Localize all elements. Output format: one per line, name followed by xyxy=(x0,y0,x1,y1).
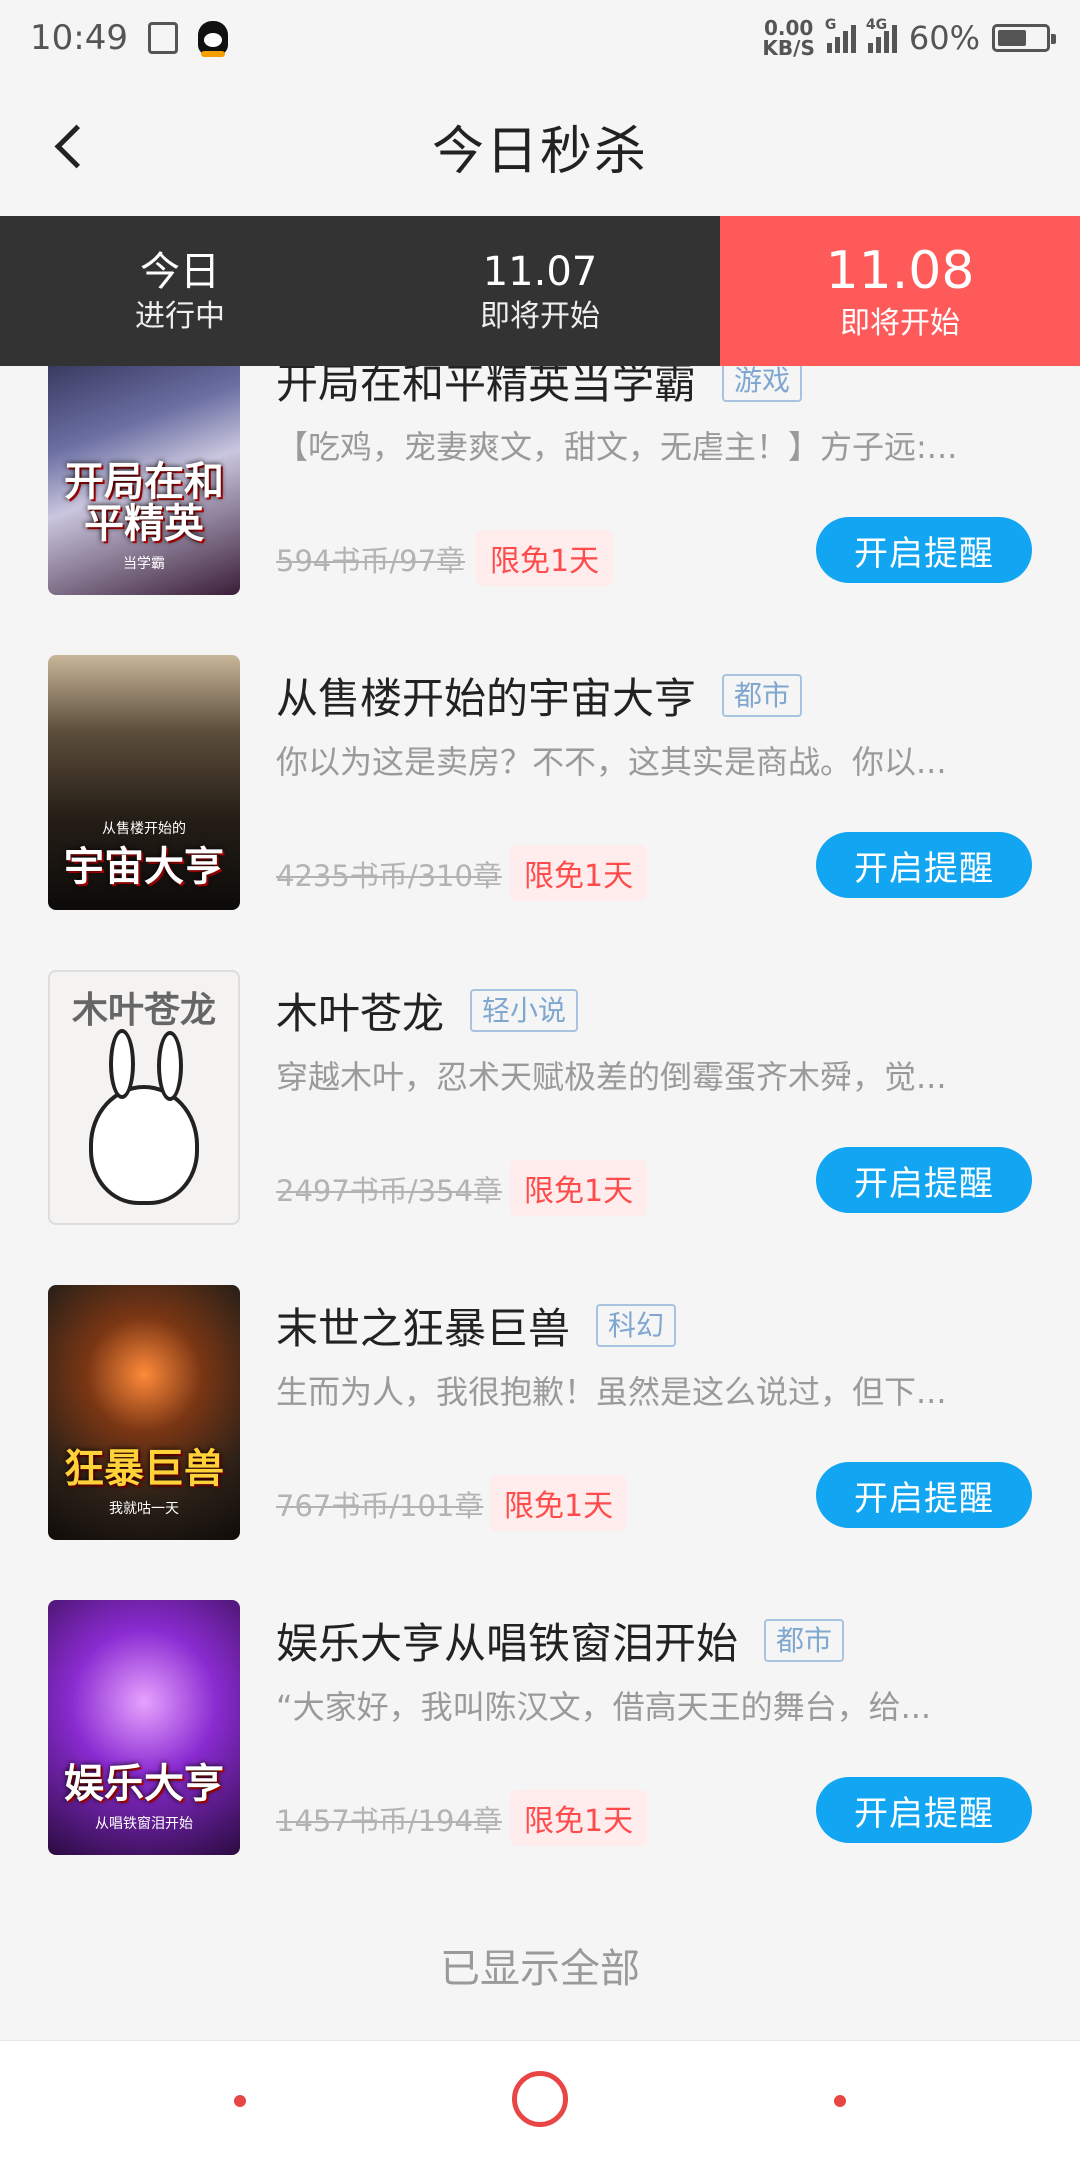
nav-back-dot-icon[interactable] xyxy=(234,2095,246,2107)
signal-1-label: G xyxy=(824,17,837,33)
tab-1108-sub: 即将开始 xyxy=(840,306,960,341)
tab-1108-main: 11.08 xyxy=(825,241,975,301)
book-description: 穿越木叶，忍术天赋极差的倒霉蛋齐木舜，觉... xyxy=(276,1058,947,1096)
book-cover[interactable]: 狂暴巨兽 我就咕一天 xyxy=(48,1285,240,1540)
book-item[interactable]: 开局在和平精英 当学霸 开局在和平精英当学霸 游戏 【吃鸡，宠妻爽文，甜文，无虐… xyxy=(0,366,1080,625)
book-title-row: 娱乐大亨从唱铁窗泪开始 都市 xyxy=(276,1610,845,1671)
book-cover[interactable]: 开局在和平精英 当学霸 xyxy=(48,366,240,595)
qq-penguin-icon xyxy=(197,21,228,57)
tab-1107[interactable]: 11.07 即将开始 xyxy=(360,216,720,366)
tab-today-sub: 进行中 xyxy=(135,298,225,334)
book-item[interactable]: 娱乐大亨 从唱铁窗泪开始 娱乐大亨从唱铁窗泪开始 都市 “大家好，我叫陈汉文，借… xyxy=(0,1570,1080,1885)
book-original-price: 767书币/101章 xyxy=(276,1489,484,1523)
book-cover[interactable]: 娱乐大亨 从唱铁窗泪开始 xyxy=(48,1600,240,1855)
book-description: 【吃鸡，宠妻爽文，甜文，无虐主！】方子远:... xyxy=(276,428,958,466)
book-title: 娱乐大亨从唱铁窗泪开始 xyxy=(276,1619,739,1668)
book-description: 生而为人，我很抱歉！虽然是这么说过，但下... xyxy=(276,1373,947,1411)
book-title: 木叶苍龙 xyxy=(276,989,445,1038)
rabbit-illustration xyxy=(89,1029,199,1205)
book-original-price: 4235书币/310章 xyxy=(276,859,502,893)
signal-icon: G xyxy=(825,17,856,53)
remind-button[interactable]: 开启提醒 xyxy=(816,517,1032,583)
page-title: 今日秒杀 xyxy=(431,121,648,182)
status-time: 10:49 xyxy=(30,18,128,58)
status-right: 0.00 KB/S G 4G 60% xyxy=(762,17,1056,58)
cover-title: 开局在和平精英 xyxy=(64,458,224,547)
book-tag: 都市 xyxy=(722,674,803,717)
header: 今日秒杀 xyxy=(0,76,1080,216)
signal-4g-icon: 4G xyxy=(866,17,897,53)
free-badge: 限免1天 xyxy=(510,1790,648,1846)
book-title-row: 末世之狂暴巨兽 科幻 xyxy=(276,1295,677,1356)
cover-subtitle: 我就咕一天 xyxy=(109,1501,179,1517)
battery-icon xyxy=(992,24,1056,52)
book-title-row: 木叶苍龙 轻小说 xyxy=(276,980,579,1041)
remind-button[interactable]: 开启提醒 xyxy=(816,1147,1032,1213)
net-speed-unit: KB/S xyxy=(762,36,815,60)
book-tag: 科幻 xyxy=(596,1304,677,1347)
free-badge: 限免1天 xyxy=(510,845,648,901)
tab-1107-main: 11.07 xyxy=(482,248,598,295)
status-bar: 10:49 0.00 KB/S G 4G 60% xyxy=(0,0,1080,76)
all-shown-label: 已显示全部 xyxy=(0,1890,1080,2040)
tab-1108[interactable]: 11.08 即将开始 xyxy=(720,216,1080,380)
book-tag: 都市 xyxy=(764,1619,845,1662)
book-description: 你以为这是卖房？不不，这其实是商战。你以... xyxy=(276,743,947,781)
session-tabs: 今日 进行中 11.07 即将开始 11.08 即将开始 xyxy=(0,216,1080,380)
book-tag: 轻小说 xyxy=(470,989,579,1032)
tab-today[interactable]: 今日 进行中 xyxy=(0,216,360,366)
nav-recent-dot-icon[interactable] xyxy=(834,2095,846,2107)
signal-2-label: 4G xyxy=(865,17,888,33)
book-cover[interactable]: 木叶苍龙 xyxy=(48,970,240,1225)
cover-title: 狂暴巨兽 xyxy=(64,1445,224,1492)
book-original-price: 2497书币/354章 xyxy=(276,1174,502,1208)
bottom-nav xyxy=(0,2040,1080,2160)
cover-title: 木叶苍龙 xyxy=(71,989,216,1031)
net-speed-value: 0.00 xyxy=(763,16,814,40)
remind-button[interactable]: 开启提醒 xyxy=(816,1777,1032,1843)
cover-subtitle: 从唱铁窗泪开始 xyxy=(95,1816,193,1832)
book-original-price: 594书币/97章 xyxy=(276,544,466,578)
remind-button[interactable]: 开启提醒 xyxy=(816,832,1032,898)
cover-title: 宇宙大亨 xyxy=(64,843,224,890)
cover-subtitle: 从售楼开始的 xyxy=(102,821,186,837)
book-description: “大家好，我叫陈汉文，借高天王的舞台，给... xyxy=(276,1688,932,1726)
status-left: 10:49 xyxy=(30,18,228,58)
tab-today-main: 今日 xyxy=(140,248,220,295)
book-original-price: 1457书币/194章 xyxy=(276,1804,502,1838)
tab-1107-sub: 即将开始 xyxy=(480,298,600,334)
book-title: 开局在和平精英当学霸 xyxy=(276,366,697,408)
nav-home-circle-icon[interactable] xyxy=(512,2071,568,2127)
vibrate-icon xyxy=(147,22,178,54)
book-item[interactable]: 从售楼开始的 宇宙大亨 从售楼开始的宇宙大亨 都市 你以为这是卖房？不不，这其实… xyxy=(0,625,1080,940)
book-title-row: 开局在和平精英当学霸 游戏 xyxy=(276,366,803,411)
book-item[interactable]: 狂暴巨兽 我就咕一天 末世之狂暴巨兽 科幻 生而为人，我很抱歉！虽然是这么说过，… xyxy=(0,1255,1080,1570)
book-title-row: 从售楼开始的宇宙大亨 都市 xyxy=(276,665,803,726)
book-title: 从售楼开始的宇宙大亨 xyxy=(276,674,697,723)
book-tag: 游戏 xyxy=(722,366,803,402)
remind-button[interactable]: 开启提醒 xyxy=(816,1462,1032,1528)
book-title: 末世之狂暴巨兽 xyxy=(276,1304,571,1353)
cover-title: 娱乐大亨 xyxy=(64,1760,224,1807)
back-button[interactable] xyxy=(40,116,100,176)
book-item[interactable]: 木叶苍龙 木叶苍龙 轻小说 穿越木叶，忍术天赋极差的倒霉蛋齐木舜，觉... 24… xyxy=(0,940,1080,1255)
free-badge: 限免1天 xyxy=(490,1475,628,1531)
free-badge: 限免1天 xyxy=(510,1160,648,1216)
battery-percent: 60% xyxy=(908,19,980,57)
free-badge: 限免1天 xyxy=(476,530,614,586)
book-list[interactable]: 开局在和平精英 当学霸 开局在和平精英当学霸 游戏 【吃鸡，宠妻爽文，甜文，无虐… xyxy=(0,366,1080,1890)
book-cover[interactable]: 从售楼开始的 宇宙大亨 xyxy=(48,655,240,910)
cover-subtitle: 当学霸 xyxy=(123,556,165,572)
net-speed: 0.00 KB/S xyxy=(762,18,814,58)
